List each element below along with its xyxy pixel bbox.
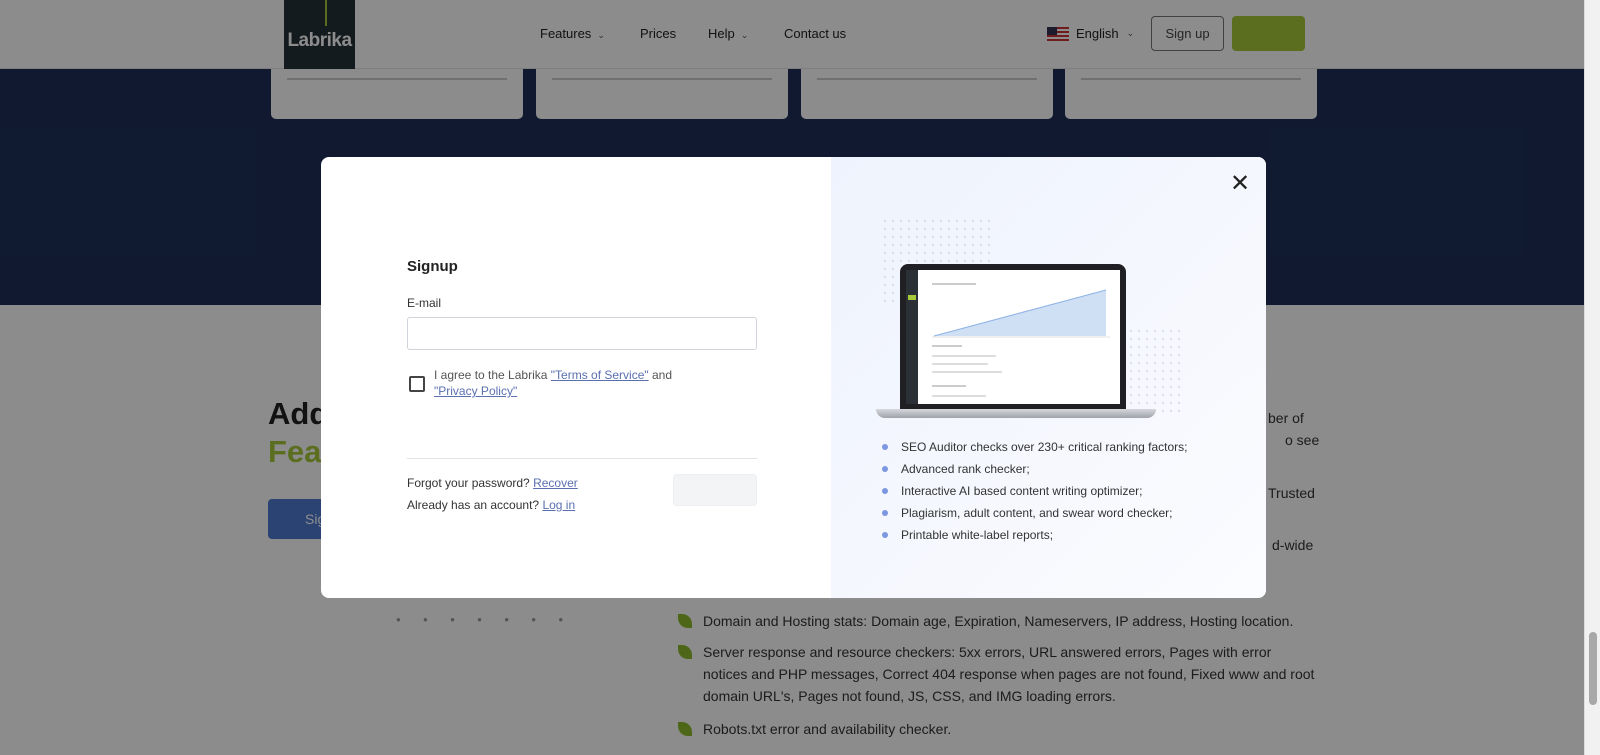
forgot-password-row: Forgot your password? Recover: [407, 476, 578, 490]
terms-agreement-text: I agree to the Labrika "Terms of Service…: [434, 367, 734, 399]
form-divider: [407, 458, 757, 459]
close-icon[interactable]: ✕: [1229, 172, 1251, 196]
bullet-item: SEO Auditor checks over 230+ critical ra…: [882, 436, 1187, 458]
modal-title: Signup: [407, 258, 458, 275]
recover-link[interactable]: Recover: [533, 476, 578, 490]
terms-checkbox[interactable]: [409, 376, 425, 392]
agree-middle: and: [651, 368, 673, 382]
login-link[interactable]: Log in: [542, 498, 575, 512]
privacy-policy-link[interactable]: "Privacy Policy": [434, 384, 517, 398]
bullet-item: Printable white-label reports;: [882, 524, 1187, 546]
forgot-password-text: Forgot your password?: [407, 476, 530, 490]
laptop-base: [876, 409, 1156, 418]
already-account-text: Already has an account?: [407, 498, 540, 512]
agree-prefix: I agree to the Labrika: [434, 368, 548, 382]
laptop-screen: [906, 270, 1120, 404]
already-account-row: Already has an account? Log in: [407, 498, 575, 512]
page-scrollbar[interactable]: [1584, 0, 1600, 755]
email-label: E-mail: [407, 296, 442, 310]
bullet-item: Interactive AI based content writing opt…: [882, 480, 1187, 502]
email-field[interactable]: [407, 317, 757, 350]
terms-of-service-link[interactable]: "Terms of Service": [551, 368, 649, 382]
bullet-item: Advanced rank checker;: [882, 458, 1187, 480]
laptop-illustration: [876, 264, 1156, 419]
bullet-item: Plagiarism, adult content, and swear wor…: [882, 502, 1187, 524]
submit-signup-button[interactable]: [673, 474, 757, 506]
signup-modal: ✕ Signup E-mail I agree to the Labrika "…: [321, 157, 1266, 598]
screen-chart: [932, 283, 1110, 397]
features-bullet-list: SEO Auditor checks over 230+ critical ra…: [882, 436, 1187, 546]
scrollbar-thumb[interactable]: [1589, 632, 1597, 705]
